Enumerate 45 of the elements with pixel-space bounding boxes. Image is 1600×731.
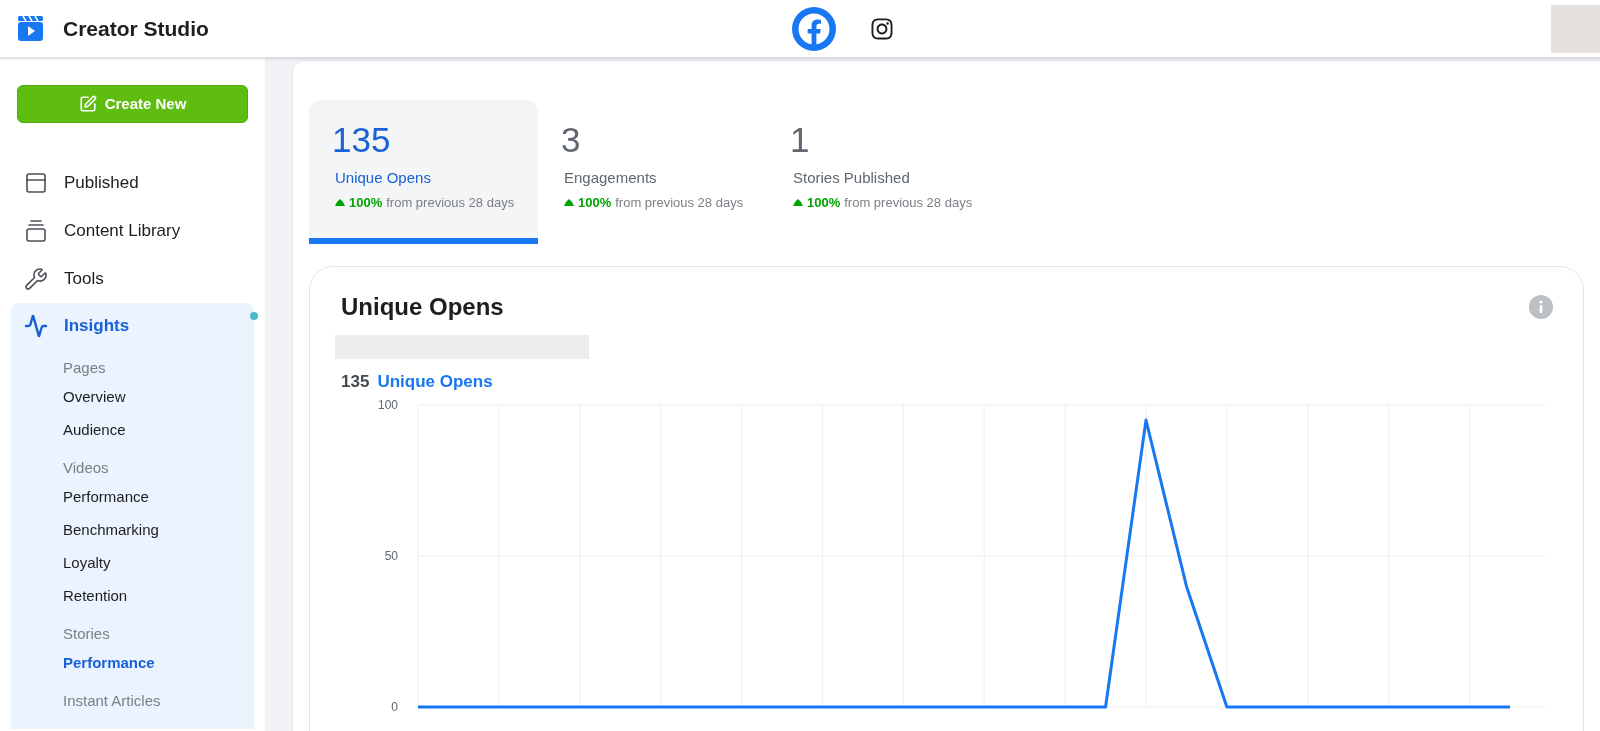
change-period: from previous 28 days [844,193,973,212]
sidebar-subitem[interactable]: Retention [63,579,128,612]
sidebar-subitem[interactable]: Audience [63,413,126,446]
sidebar-subitem[interactable]: Loyalty [63,546,111,579]
sidebar-subitem[interactable]: Benchmarking [63,513,159,546]
sidebar-item[interactable]: Content Library [11,207,254,255]
line-chart-icon [24,314,48,338]
change-period: from previous 28 days [615,193,744,212]
section-heading: Pages [63,358,107,378]
y-axis-label: 0 [391,699,398,713]
app-title: Creator Studio [63,15,209,42]
facebook-tab[interactable] [792,6,836,51]
change-percent: 100% [578,193,612,212]
info-icon [1529,295,1553,319]
y-axis-label: 50 [384,548,398,563]
metric-label: Unique Opens [335,168,431,188]
metric-value: 135 [332,120,391,160]
clapperboard-play-icon [18,16,43,41]
section-heading: Stories [63,624,111,644]
chart-title: Unique Opens [341,292,504,322]
metric-tab[interactable]: 135 Unique Opens 100% from previous 28 days [309,100,538,244]
instagram-icon [870,16,894,41]
change-period: from previous 28 days [386,193,515,212]
facebook-icon [798,12,830,45]
metric-value: 3 [561,120,581,160]
metric-value: 1 [790,120,810,160]
total-value: 135 [341,371,370,393]
sidebar-item[interactable]: Insights [11,306,254,346]
y-axis-label: 100 [377,397,398,412]
window-icon [24,171,48,195]
total-label-link[interactable]: Unique Opens [377,369,493,395]
sidebar-subitem[interactable]: Performance [63,646,155,679]
change-percent: 100% [807,193,841,212]
sidebar-subitem[interactable]: Overview [63,380,126,413]
sidebar-subitem[interactable]: Performance [63,480,149,513]
sidebar-item[interactable]: Published [11,159,254,207]
section-heading: Instant Articles [63,691,162,711]
metric-label: Engagements [564,168,657,188]
change-percent: 100% [349,193,383,212]
edit-icon [78,95,97,113]
wrench-icon [24,267,48,291]
metric-label: Stories Published [793,168,910,188]
stacked-cards-icon [24,219,48,243]
sidebar-item[interactable]: Tools [11,255,254,303]
section-heading: Videos [63,458,110,478]
